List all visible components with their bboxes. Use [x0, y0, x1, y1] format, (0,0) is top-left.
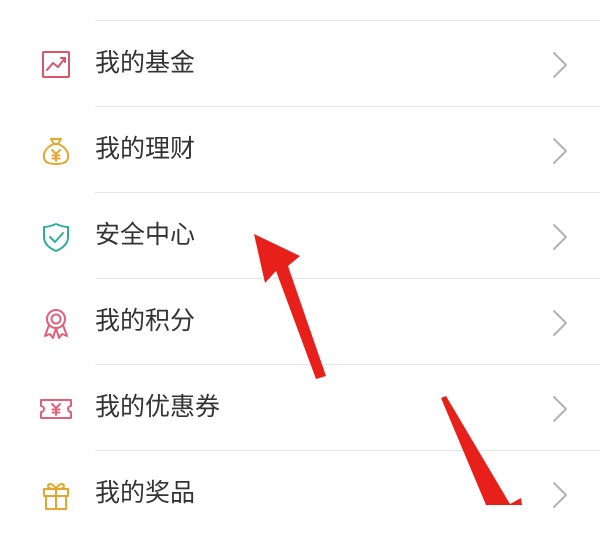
- chevron-right-icon: [548, 51, 572, 79]
- award-ribbon-icon: [38, 307, 74, 339]
- chevron-right-icon: [548, 309, 572, 337]
- menu-item-my-finance[interactable]: 我的理财: [0, 107, 600, 193]
- menu-item-label: 我的积分: [95, 306, 196, 335]
- menu-item-my-funds[interactable]: 我的基金: [0, 21, 600, 107]
- fund-chart-icon: [38, 49, 74, 81]
- settings-menu-list: 我的基金 我的理财 安全中心 我的积分 我的优惠券 我的奖品: [0, 0, 600, 510]
- menu-item-my-points[interactable]: 我的积分: [0, 279, 600, 365]
- chevron-right-icon: [548, 395, 572, 423]
- coupon-ticket-icon: [38, 393, 74, 425]
- gift-box-icon: [38, 479, 74, 511]
- money-bag-icon: [38, 135, 74, 167]
- menu-item-label: 我的基金: [95, 48, 196, 77]
- menu-item-my-prizes[interactable]: 我的奖品: [0, 451, 600, 537]
- menu-item-label: 我的优惠券: [95, 392, 221, 421]
- chevron-right-icon: [548, 223, 572, 251]
- shield-check-icon: [38, 221, 74, 253]
- chevron-right-icon: [548, 137, 572, 165]
- menu-item-label: 我的理财: [95, 134, 196, 163]
- menu-item-security-center[interactable]: 安全中心: [0, 193, 600, 279]
- menu-item-my-coupons[interactable]: 我的优惠券: [0, 365, 600, 451]
- menu-item-label: 安全中心: [95, 220, 196, 249]
